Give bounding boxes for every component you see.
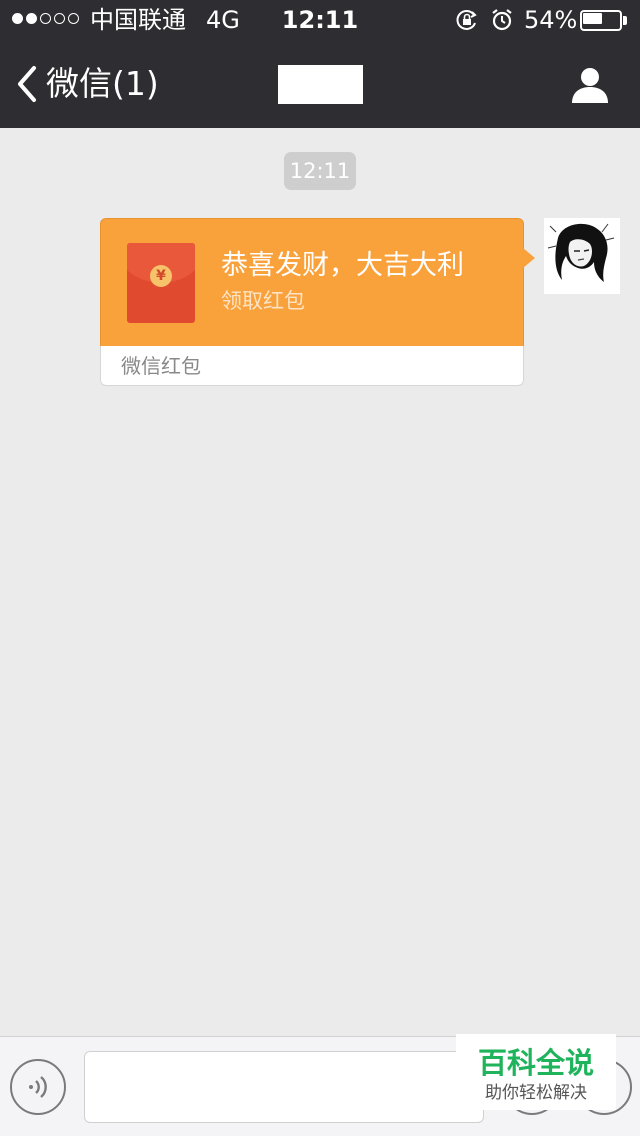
- battery-level-fill: [583, 13, 602, 24]
- avatar-portrait-icon: [544, 218, 620, 294]
- voice-button[interactable]: [10, 1059, 66, 1115]
- red-envelope-icon: ¥: [127, 243, 195, 323]
- bubble-tail: [523, 248, 535, 268]
- message-input[interactable]: [84, 1051, 484, 1123]
- red-packet-message[interactable]: ¥ 恭喜发财，大吉大利 领取红包 微信红包: [100, 218, 535, 386]
- watermark-logo: 百科全说 助你轻松解决: [456, 1034, 616, 1110]
- red-packet-footer: 微信红包: [121, 354, 201, 378]
- red-packet-greeting: 恭喜发财，大吉大利: [221, 250, 464, 281]
- contact-profile-icon[interactable]: [570, 64, 610, 104]
- navigation-bar: 微信(1): [0, 40, 640, 128]
- chevron-left-icon: [18, 66, 36, 102]
- voice-icon: [29, 1076, 47, 1098]
- battery-icon: [580, 10, 628, 31]
- battery-percent: 54%: [524, 6, 578, 34]
- alarm-icon: [492, 9, 512, 31]
- avatar[interactable]: [544, 218, 620, 294]
- red-packet-action: 领取红包: [221, 289, 305, 313]
- back-button[interactable]: 微信(1): [14, 60, 159, 108]
- status-bar: 中国联通 4G 12:11 54%: [0, 0, 640, 40]
- message-timestamp: 12:11: [284, 152, 356, 190]
- watermark-slogan: 助你轻松解决: [485, 1083, 587, 1103]
- red-packet-footer-bar: 微信红包: [100, 346, 524, 386]
- watermark-brand: 百科全说: [477, 1046, 594, 1080]
- back-label: 微信(1): [46, 64, 159, 103]
- red-packet-body: ¥ 恭喜发财，大吉大利 领取红包: [100, 218, 524, 346]
- orientation-lock-icon: [456, 10, 477, 30]
- yuan-coin-icon: ¥: [150, 265, 172, 287]
- page-title: [278, 65, 363, 104]
